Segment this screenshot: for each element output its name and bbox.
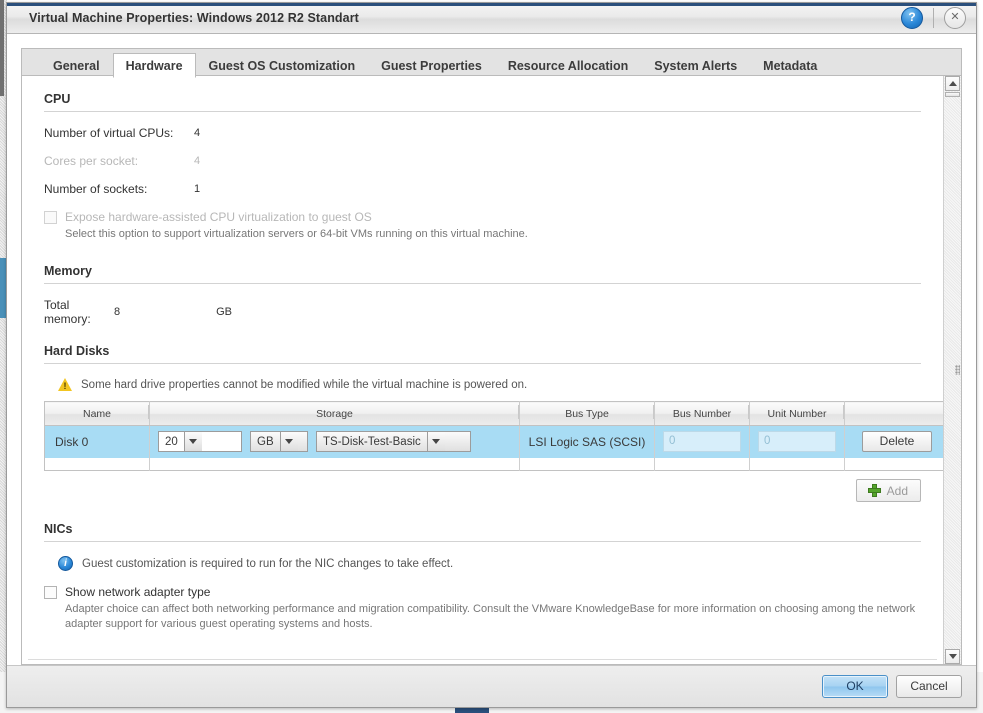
column-header-bus-type[interactable]: Bus Type (519, 401, 655, 426)
disk-storage-profile-dropdown[interactable]: TS-Disk-Test-Basic (316, 431, 471, 453)
scroll-thumb[interactable] (945, 92, 960, 97)
disk-name-cell: Disk 0 (44, 425, 150, 458)
memory-section-heading: Memory (44, 264, 921, 284)
vm-properties-dialog: Virtual Machine Properties: Windows 2012… (6, 2, 977, 708)
show-network-adapter-type-checkbox[interactable] (44, 586, 57, 599)
virtual-cpus-value: 4 (194, 127, 201, 139)
total-memory-label: Total memory: (44, 298, 91, 326)
hard-disks-table: Name Storage Bus Type Bus Number Unit Nu… (44, 401, 943, 471)
column-header-storage[interactable]: Storage (149, 401, 520, 426)
hard-disks-warning: Some hard drive properties cannot be mod… (58, 378, 921, 392)
unit-number-input[interactable]: 0 (758, 431, 836, 453)
cores-per-socket-row: Cores per socket: 4 (44, 154, 921, 168)
tab-bar: General Hardware Guest OS Customization … (21, 48, 962, 78)
scroll-down-arrow-icon[interactable] (945, 649, 960, 664)
expose-hv-label: Expose hardware-assisted CPU virtualizat… (65, 210, 372, 224)
tab-guest-os-customization[interactable]: Guest OS Customization (196, 53, 369, 77)
sockets-label: Number of sockets: (44, 182, 148, 196)
cores-per-socket-value: 4 (194, 155, 201, 167)
tab-metadata[interactable]: Metadata (750, 53, 830, 77)
column-header-actions (844, 401, 943, 426)
disk-storage-cell: 20 GB TS-Disk-Test-Basic (149, 425, 520, 458)
column-header-unit-number[interactable]: Unit Number (749, 401, 845, 426)
tab-guest-properties[interactable]: Guest Properties (368, 53, 495, 77)
column-header-name[interactable]: Name (44, 401, 150, 426)
warning-triangle-icon (58, 378, 72, 392)
tab-general[interactable]: General (40, 53, 113, 77)
chevron-down-icon (426, 432, 445, 452)
virtual-cpus-row: Number of virtual CPUs: 4 (44, 126, 921, 140)
total-memory-value: 8 (114, 306, 121, 318)
titlebar-buttons: ? ✕ (901, 7, 976, 29)
help-circle-icon[interactable]: ? (901, 7, 923, 29)
hard-disks-table-header: Name Storage Bus Type Bus Number Unit Nu… (44, 401, 943, 426)
dialog-titlebar: Virtual Machine Properties: Windows 2012… (7, 3, 976, 34)
expose-hv-hint: Select this option to support virtualiza… (65, 228, 528, 240)
cores-per-socket-label: Cores per socket: (44, 154, 139, 168)
column-header-bus-number[interactable]: Bus Number (654, 401, 750, 426)
titlebar-separator (933, 8, 934, 28)
dialog-footer: OK Cancel (7, 665, 976, 707)
nics-info-text: Guest customization is required to run f… (82, 557, 454, 570)
disk-size-value: 20 (165, 435, 178, 448)
show-adapter-row: Show network adapter type (44, 585, 921, 599)
expose-hv-checkbox[interactable] (44, 211, 57, 224)
dialog-resize-grip[interactable] (955, 365, 960, 375)
disk-unit-value: GB (257, 435, 274, 448)
cpu-section-heading: CPU (44, 92, 921, 112)
hardware-content: CPU Number of virtual CPUs: 4 Cores per … (22, 76, 943, 664)
panel-bottom-hairline (28, 659, 937, 660)
chevron-down-icon (183, 432, 202, 452)
add-disk-label: Add (886, 483, 908, 498)
add-disk-row: Add (44, 479, 921, 502)
background-left-rail-dark (0, 0, 4, 96)
add-disk-button[interactable]: Add (855, 479, 921, 502)
disk-actions-cell: Delete (845, 426, 944, 458)
dialog-body: General Hardware Guest OS Customization … (7, 34, 976, 665)
hard-disks-warning-text: Some hard drive properties cannot be mod… (81, 378, 528, 391)
plus-icon (868, 485, 880, 496)
hard-disks-section-heading: Hard Disks (44, 344, 921, 364)
chevron-down-icon (279, 432, 298, 452)
tab-system-alerts[interactable]: System Alerts (641, 53, 750, 77)
disk-size-dropdown[interactable]: 20 (158, 431, 242, 453)
disk-bus-type-cell: LSI Logic SAS (SCSI) (519, 425, 655, 458)
disk-unit-dropdown[interactable]: GB (250, 431, 308, 453)
tab-hardware[interactable]: Hardware (112, 53, 196, 78)
disk-bus-number-cell: 0 (654, 425, 750, 458)
info-circle-icon: i (58, 556, 73, 571)
total-memory-row: Total memory: 8 GB (44, 298, 921, 326)
show-network-adapter-type-hint: Adapter choice can affect both networkin… (65, 603, 916, 630)
delete-disk-button[interactable]: Delete (862, 431, 932, 453)
close-icon[interactable]: ✕ (944, 7, 966, 29)
disk-storage-profile-value: TS-Disk-Test-Basic (323, 435, 421, 448)
show-network-adapter-type-label: Show network adapter type (65, 585, 211, 599)
tab-resource-allocation[interactable]: Resource Allocation (495, 53, 641, 77)
table-filler-row (44, 457, 943, 471)
dialog-title: Virtual Machine Properties: Windows 2012… (29, 11, 359, 25)
ok-button[interactable]: OK (822, 675, 888, 698)
nics-section-heading: NICs (44, 522, 921, 542)
disk-unit-number-cell: 0 (749, 425, 845, 458)
sockets-row: Number of sockets: 1 (44, 182, 921, 196)
virtual-cpus-label: Number of virtual CPUs: (44, 126, 174, 140)
scroll-up-arrow-icon[interactable] (945, 76, 960, 91)
hardware-panel: CPU Number of virtual CPUs: 4 Cores per … (21, 75, 962, 665)
bus-number-input[interactable]: 0 (663, 431, 741, 453)
nics-info: i Guest customization is required to run… (58, 556, 921, 571)
sockets-value: 1 (194, 183, 201, 195)
expose-hv-row: Expose hardware-assisted CPU virtualizat… (44, 210, 921, 224)
cancel-button[interactable]: Cancel (896, 675, 962, 698)
table-row[interactable]: Disk 0 20 GB TS-Disk-Test-Basic LSI Logi… (44, 425, 944, 458)
total-memory-unit: GB (216, 306, 233, 318)
